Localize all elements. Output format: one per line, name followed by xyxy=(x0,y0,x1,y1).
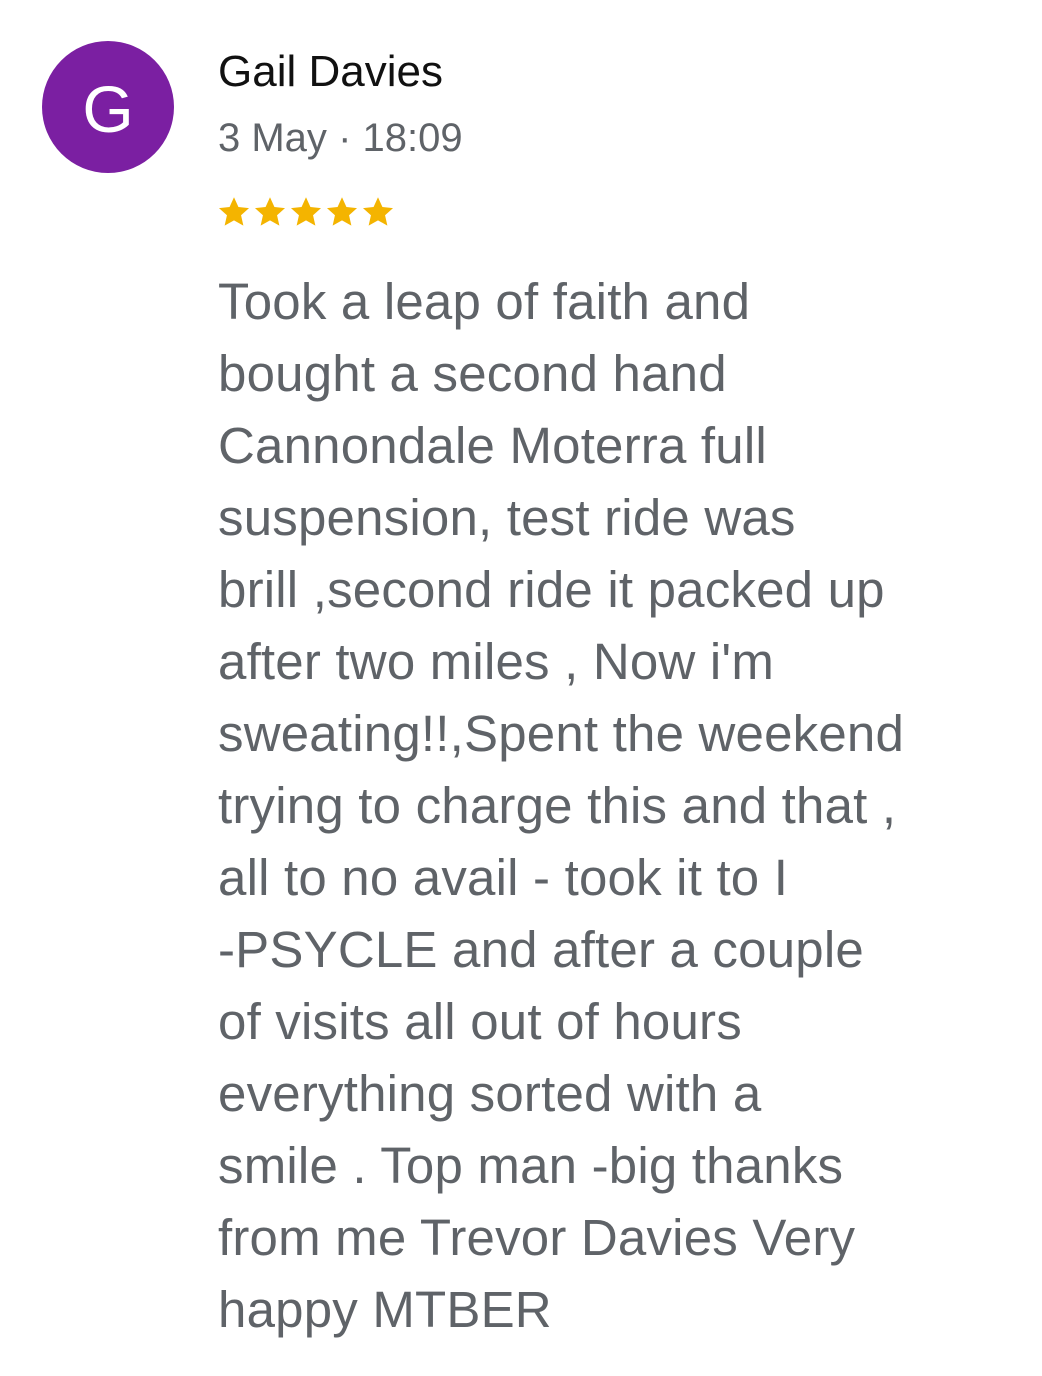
avatar[interactable]: G xyxy=(42,41,174,173)
review-timestamp: 3 May · 18:09 xyxy=(218,113,463,163)
star-icon xyxy=(255,197,285,226)
review-time: 18:09 xyxy=(362,116,463,160)
star-shape xyxy=(219,197,249,226)
star-shape xyxy=(255,197,285,226)
star-shape xyxy=(327,197,357,226)
star-shape xyxy=(291,197,321,226)
avatar-letter: G xyxy=(82,72,134,146)
date-time-separator: · xyxy=(338,116,352,160)
star-icon xyxy=(219,197,249,226)
review-card: G Gail Davies 3 May · 18:09 Took a leap … xyxy=(0,0,1042,1376)
star-icon xyxy=(291,197,321,226)
review-text: Took a leap of faith and bought a second… xyxy=(218,273,905,1338)
star-icon xyxy=(327,197,357,226)
star-icon xyxy=(363,197,393,226)
star-rating xyxy=(216,194,396,234)
review-date: 3 May xyxy=(218,116,327,160)
star-shape xyxy=(363,197,393,226)
author-name[interactable]: Gail Davies xyxy=(218,44,443,100)
